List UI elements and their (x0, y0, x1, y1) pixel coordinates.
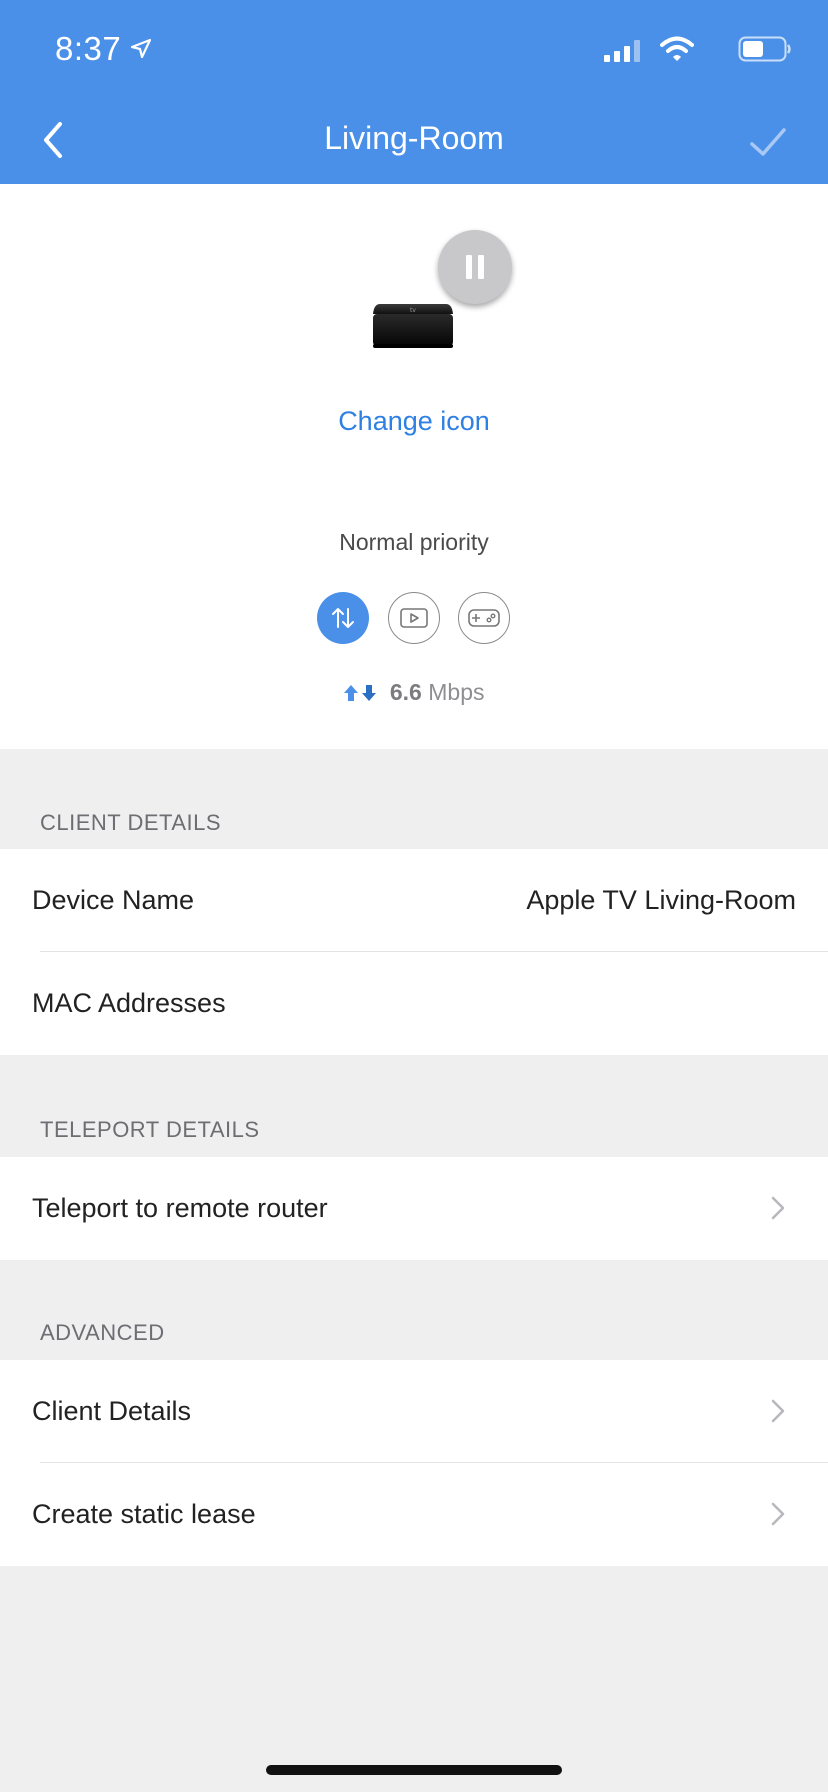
section-header-advanced: ADVANCED (40, 1320, 165, 1345)
mac-addresses-row[interactable]: MAC Addresses (0, 952, 828, 1055)
device-summary-card (0, 184, 828, 749)
teleport-label: Teleport to remote router (32, 1193, 328, 1223)
svg-text:tv: tv (410, 307, 416, 314)
bandwidth-readout: 6.6 Mbps (0, 679, 828, 706)
page-title: Living-Room (324, 120, 504, 156)
change-icon-link[interactable]: Change icon (0, 406, 828, 437)
status-time: 8:37 (55, 30, 122, 67)
priority-label: Normal priority (339, 529, 489, 555)
speed-unit: Mbps (428, 679, 485, 705)
location-arrow-icon (130, 38, 152, 59)
header-bar: 8:37 Living-Room (0, 0, 828, 184)
chevron-right-icon (771, 1502, 785, 1526)
create-static-lease-row[interactable]: Create static lease (0, 1463, 828, 1566)
gaming-priority-button[interactable] (458, 592, 510, 644)
pause-icon (466, 255, 484, 279)
wifi-icon (660, 36, 694, 61)
device-name-value: Apple TV Living-Room (526, 885, 796, 915)
confirm-checkmark-icon[interactable] (748, 122, 788, 162)
speed-value: 6.6 (389, 679, 422, 705)
chevron-right-icon (771, 1399, 785, 1423)
battery-icon (738, 36, 791, 62)
video-play-icon (400, 608, 428, 628)
normal-priority-button[interactable] (317, 592, 369, 644)
device-name-row[interactable]: Device Name Apple TV Living-Room (0, 849, 828, 952)
cellular-signal-icon (604, 40, 640, 62)
create-static-lease-label: Create static lease (32, 1499, 256, 1529)
client-details-label: Client Details (32, 1396, 192, 1426)
mac-addresses-label: MAC Addresses (32, 988, 226, 1018)
section-header-teleport-details: TELEPORT DETAILS (40, 1117, 260, 1142)
section-header-client-details: CLIENT DETAILS (40, 810, 222, 835)
up-down-arrows-icon (332, 608, 354, 628)
streaming-priority-button[interactable] (388, 592, 440, 644)
chevron-right-icon (771, 1196, 785, 1220)
pause-internet-button[interactable] (438, 230, 512, 304)
home-indicator[interactable] (266, 1765, 562, 1775)
game-controller-icon (468, 609, 500, 627)
upload-download-icon (344, 685, 377, 701)
device-name-label: Device Name (32, 885, 195, 915)
client-details-row[interactable]: Client Details (0, 1360, 828, 1463)
apple-tv-device-icon: tv (373, 304, 453, 348)
teleport-row[interactable]: Teleport to remote router (0, 1157, 828, 1260)
